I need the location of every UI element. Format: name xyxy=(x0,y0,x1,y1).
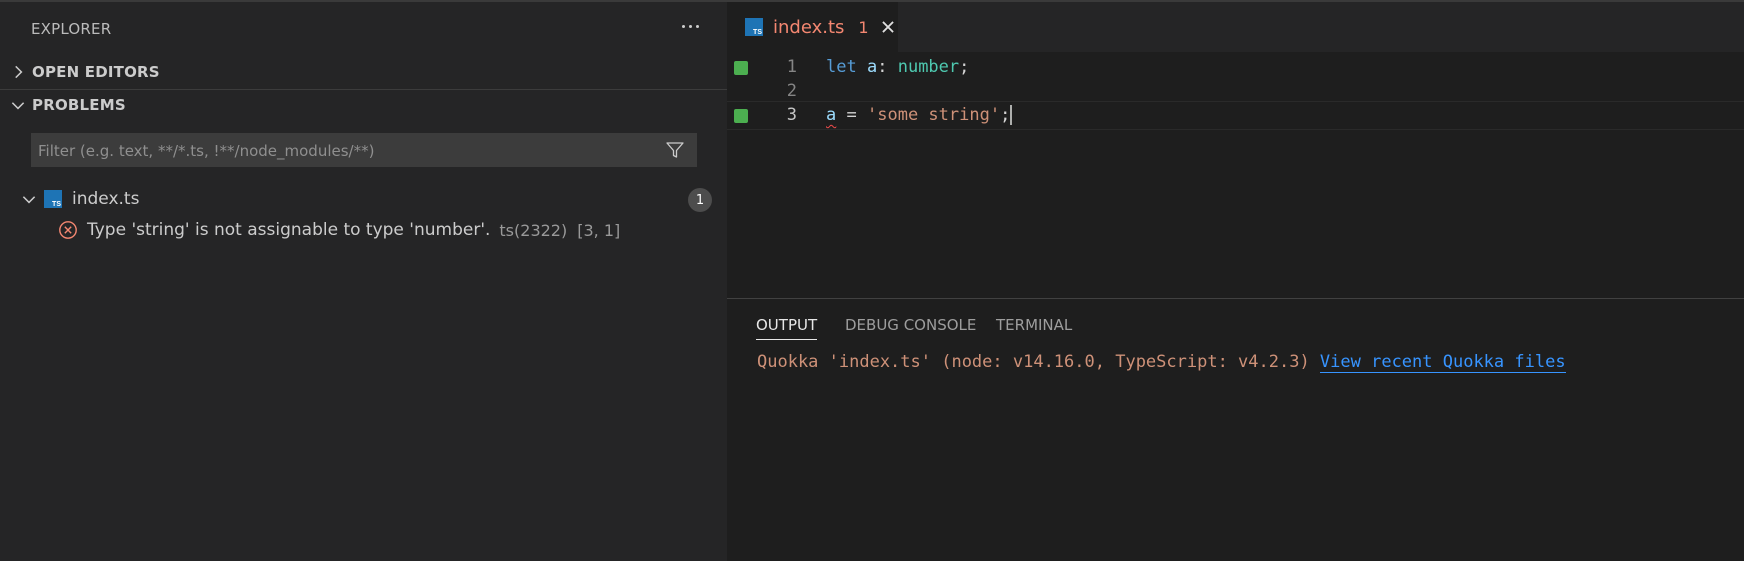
tab-label: index.ts xyxy=(773,16,845,38)
close-icon[interactable] xyxy=(879,18,897,36)
problem-item[interactable]: Type 'string' is not assignable to type … xyxy=(0,216,727,244)
line-number: 1 xyxy=(786,57,797,77)
problems-section[interactable]: PROBLEMS xyxy=(0,89,727,120)
sidebar: EXPLORER OPEN EDITORS PROBLEMS TS index.… xyxy=(0,0,727,561)
problem-file-name: index.ts xyxy=(72,189,140,209)
problem-message: Type 'string' is not assignable to type … xyxy=(87,220,491,240)
tab-problem-count: 1 xyxy=(858,17,869,37)
text-cursor xyxy=(1010,105,1013,125)
explorer-title: EXPLORER xyxy=(31,20,112,38)
chevron-down-icon xyxy=(22,196,36,204)
more-actions-icon[interactable] xyxy=(675,12,705,40)
chevron-down-icon xyxy=(11,102,25,110)
problems-label: PROBLEMS xyxy=(32,96,126,114)
problem-file-row[interactable]: TS index.ts xyxy=(0,185,727,213)
tab-output[interactable]: OUTPUT xyxy=(756,316,818,340)
problem-position: [3, 1] xyxy=(577,220,621,240)
view-recent-quokka-files-link[interactable]: View recent Quokka files xyxy=(1319,352,1566,373)
problem-code: ts(2322) xyxy=(499,220,568,240)
line-number: 2 xyxy=(786,81,797,101)
filter-icon[interactable] xyxy=(665,140,685,160)
code-line: 1 let a: number; xyxy=(727,54,1744,81)
error-icon xyxy=(59,221,77,239)
ts-file-icon: TS xyxy=(745,18,763,36)
problems-filter xyxy=(31,133,697,169)
bottom-panel: OUTPUT DEBUG CONSOLE TERMINAL Quokka 'in… xyxy=(727,298,1744,561)
editor-tabbar: TS index.ts 1 xyxy=(727,0,1744,52)
output-line: Quokka 'index.ts' (node: v14.16.0, TypeS… xyxy=(757,352,1566,373)
tab-index-ts[interactable]: TS index.ts 1 xyxy=(727,2,898,52)
open-editors-section[interactable]: OPEN EDITORS xyxy=(0,57,727,87)
line-number: 3 xyxy=(786,105,797,125)
gutter-change-marker xyxy=(734,61,748,75)
ts-file-icon: TS xyxy=(44,190,62,208)
open-editors-label: OPEN EDITORS xyxy=(32,63,160,81)
code-editor[interactable]: 1 let a: number; 2 3 a = 'some string'; xyxy=(727,52,1744,298)
problems-filter-input[interactable] xyxy=(31,133,650,169)
code-line: 3 a = 'some string'; xyxy=(727,101,1744,130)
tab-debug-console[interactable]: DEBUG CONSOLE xyxy=(845,316,976,339)
chevron-right-icon xyxy=(15,65,23,79)
code-text: let a: number; xyxy=(826,57,970,77)
tab-terminal[interactable]: TERMINAL xyxy=(996,316,1072,339)
problem-count-badge: 1 xyxy=(688,188,712,212)
gutter-change-marker xyxy=(734,109,748,123)
output-text: Quokka 'index.ts' (node: v14.16.0, TypeS… xyxy=(757,352,1320,372)
code-text: a = 'some string'; xyxy=(826,105,1013,125)
